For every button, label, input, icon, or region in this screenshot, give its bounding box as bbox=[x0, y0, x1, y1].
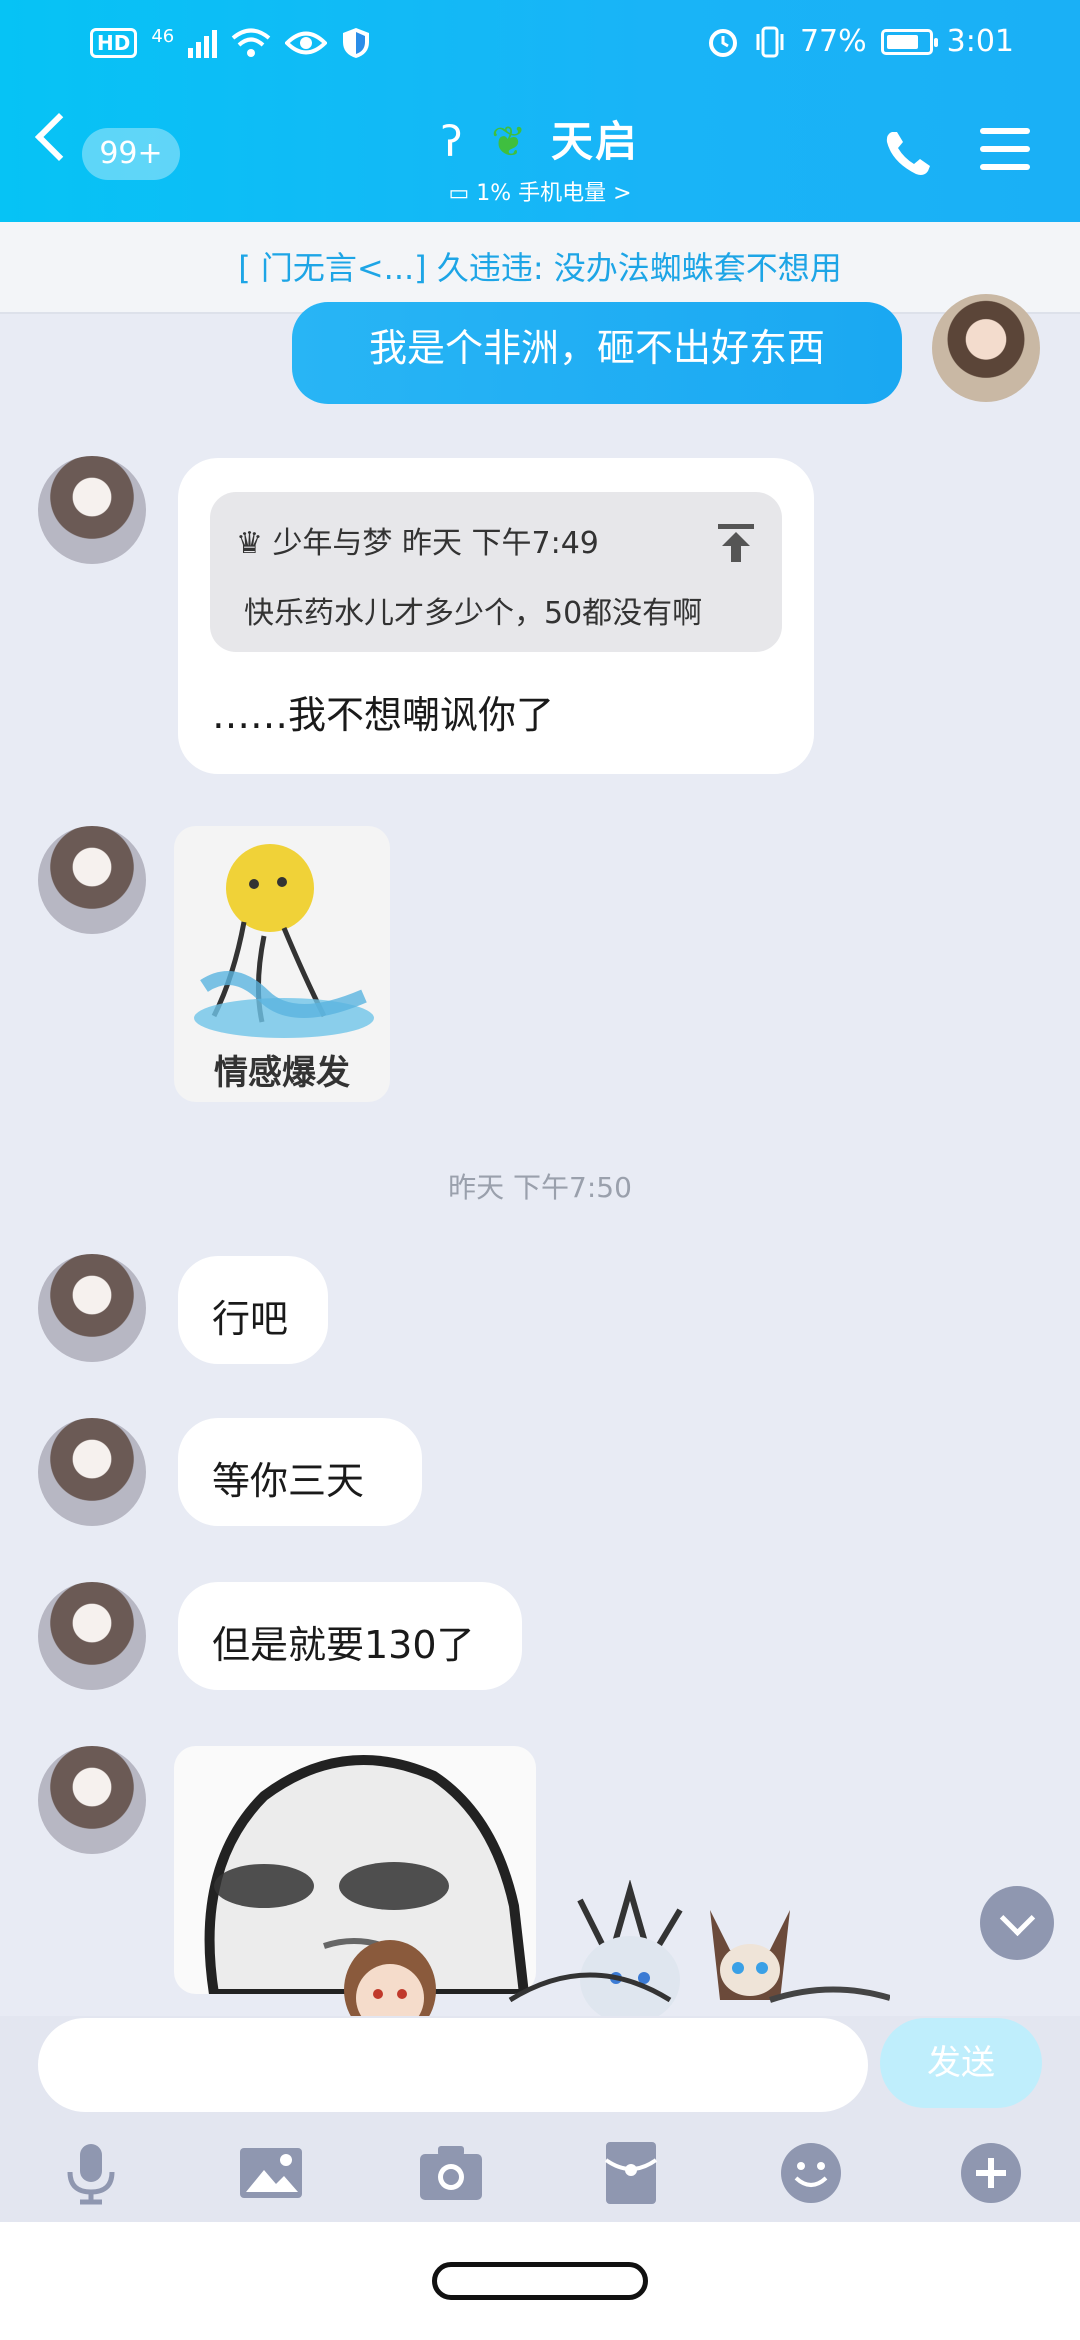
camera-icon[interactable] bbox=[416, 2138, 486, 2208]
chat-title: ʔ ❦ 天启 bbox=[380, 108, 700, 169]
contact-status: ▭ 1% 手机电量 > bbox=[448, 181, 632, 206]
message-text: 等你三天 bbox=[212, 1459, 365, 1503]
microphone-icon[interactable] bbox=[56, 2138, 126, 2208]
sender-avatar[interactable] bbox=[38, 456, 146, 564]
shield-icon bbox=[343, 28, 370, 58]
status-bar: HD 46 77% 3:01 bbox=[0, 0, 1080, 90]
battery-small-icon: ▭ bbox=[448, 181, 477, 206]
clock: 3:01 bbox=[946, 24, 1014, 59]
sticker-caption: 情感爆发 bbox=[214, 1053, 350, 1093]
quote-text: 快乐药水儿才多少个，50都没有啊 bbox=[244, 596, 703, 631]
back-icon[interactable] bbox=[34, 112, 84, 162]
time-separator: 昨天 下午7:50 bbox=[448, 1171, 632, 1204]
emoji-icon[interactable] bbox=[776, 2138, 846, 2208]
sticker-image[interactable]: 情感爆发 bbox=[174, 826, 390, 1102]
group-banner[interactable]: [ 门无言<...] 久违违: 没办法蜘蛛套不想用 bbox=[0, 222, 1080, 314]
image-icon[interactable] bbox=[236, 2138, 306, 2208]
decorative-characters bbox=[344, 1880, 890, 2020]
unread-badge[interactable]: 99+ bbox=[82, 128, 180, 180]
scroll-to-bottom-button[interactable] bbox=[980, 1886, 1054, 1960]
input-toolbar bbox=[0, 2132, 1080, 2222]
eye-icon bbox=[285, 31, 328, 55]
home-gesture-bar[interactable] bbox=[432, 2262, 648, 2300]
message-bubble[interactable]: 行吧 bbox=[178, 1256, 328, 1364]
message-text: 但是就要130了 bbox=[212, 1623, 475, 1667]
quoted-message[interactable]: ♛ 少年与梦 昨天 下午7:49 快乐药水儿才多少个，50都没有啊 bbox=[210, 492, 782, 652]
jump-to-top-icon[interactable] bbox=[716, 522, 756, 564]
reply-text: ……我不想嘲讽你了 bbox=[212, 693, 555, 737]
top-bar: HD 46 77% 3:01 99+ ʔ ❦ 天启 ▭ 1% 手机电量 > bbox=[0, 0, 1080, 222]
phone-icon[interactable] bbox=[880, 126, 936, 182]
wifi-icon bbox=[231, 28, 271, 57]
quote-sender: 少年与梦 昨天 下午7:49 bbox=[272, 526, 599, 561]
chat-title-area[interactable]: ʔ ❦ 天启 ▭ 1% 手机电量 > bbox=[380, 108, 700, 207]
sprout-icon: ❦ bbox=[491, 117, 529, 166]
red-packet-icon[interactable] bbox=[596, 2138, 666, 2208]
message-bubble[interactable]: 但是就要130了 bbox=[178, 1582, 522, 1690]
message-input[interactable] bbox=[38, 2018, 868, 2112]
crown-icon: ♛ bbox=[236, 526, 273, 561]
vibrate-icon bbox=[756, 26, 784, 57]
message-bubble[interactable]: 等你三天 bbox=[178, 1418, 422, 1526]
hd-indicator: HD bbox=[90, 28, 138, 58]
battery-percent: 77% bbox=[799, 24, 867, 59]
message-text: 行吧 bbox=[212, 1297, 289, 1341]
sender-avatar[interactable] bbox=[38, 826, 146, 934]
self-avatar[interactable] bbox=[932, 294, 1040, 402]
contact-name: 天启 bbox=[550, 117, 639, 166]
sent-message-bubble[interactable]: 我是个非洲，砸不出好东西 bbox=[292, 302, 902, 404]
sender-avatar[interactable] bbox=[38, 1582, 146, 1690]
signal-icon bbox=[188, 28, 218, 58]
alarm-icon bbox=[708, 28, 737, 57]
send-button[interactable]: 发送 bbox=[880, 2018, 1042, 2108]
sender-avatar[interactable] bbox=[38, 1254, 146, 1362]
ear-icon: ʔ bbox=[441, 117, 465, 166]
plus-icon[interactable] bbox=[956, 2138, 1026, 2208]
menu-icon[interactable] bbox=[980, 128, 1030, 176]
reply-message-bubble[interactable]: ♛ 少年与梦 昨天 下午7:49 快乐药水儿才多少个，50都没有啊 ……我不想嘲… bbox=[178, 458, 814, 774]
network-type: 46 bbox=[151, 26, 175, 47]
battery-icon bbox=[880, 28, 938, 55]
sticker-art bbox=[194, 844, 374, 1038]
sender-avatar[interactable] bbox=[38, 1418, 146, 1526]
sender-avatar[interactable] bbox=[38, 1746, 146, 1854]
